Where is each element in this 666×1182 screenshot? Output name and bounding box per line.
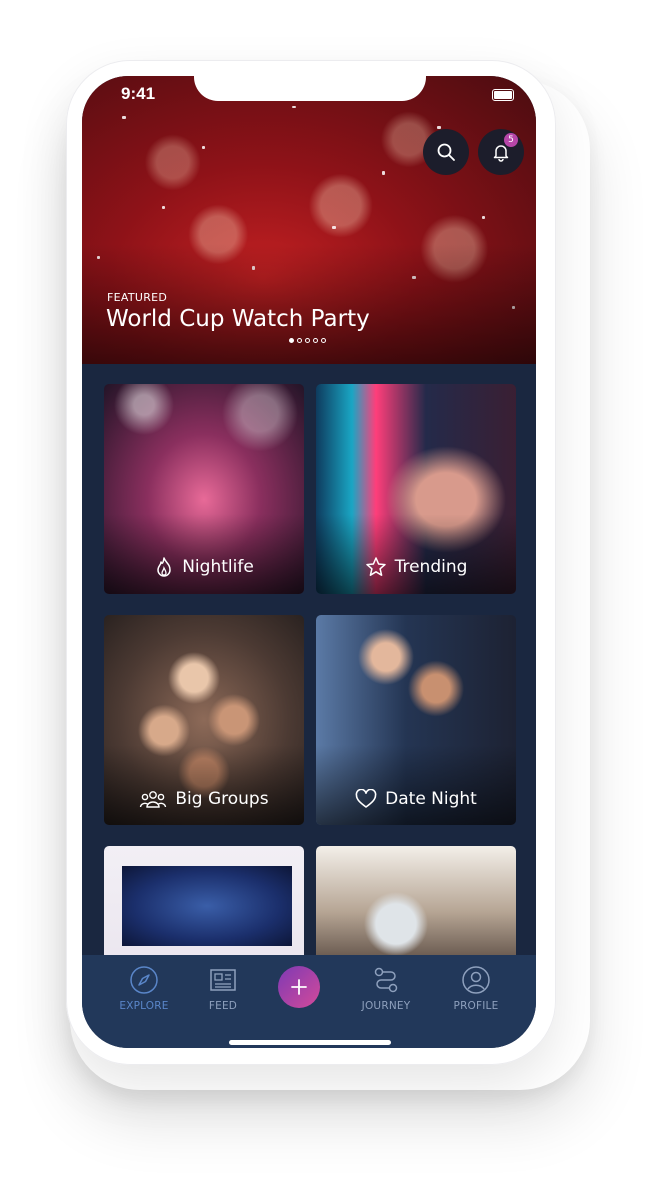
carousel-dot[interactable] xyxy=(297,338,302,343)
category-card-big-groups[interactable]: Big Groups xyxy=(104,615,304,825)
card-title: Nightlife xyxy=(182,557,254,577)
tab-explore[interactable]: EXPLORE xyxy=(109,965,179,1012)
star-icon xyxy=(365,557,386,576)
notifications-button[interactable]: 5 xyxy=(478,129,524,175)
card-label: Date Night xyxy=(316,789,516,809)
tab-label: FEED xyxy=(208,1000,238,1012)
card-title: Trending xyxy=(394,557,468,577)
tab-label: PROFILE xyxy=(453,1000,499,1012)
device-notch xyxy=(194,76,426,101)
card-label: Trending xyxy=(316,556,516,578)
status-time: 9:41 xyxy=(121,84,156,103)
tab-feed[interactable]: FEED xyxy=(188,965,258,1012)
search-icon xyxy=(437,143,455,161)
home-indicator xyxy=(229,1040,391,1045)
search-button[interactable] xyxy=(423,129,469,175)
carousel-pagination[interactable] xyxy=(289,338,326,343)
card-overlay xyxy=(316,745,516,825)
card-title: Date Night xyxy=(385,789,477,809)
category-card-nightlife[interactable]: Nightlife xyxy=(104,384,304,594)
group-icon xyxy=(140,791,167,808)
category-card-art[interactable] xyxy=(104,846,304,966)
category-card-trending[interactable]: Trending xyxy=(316,384,516,594)
carousel-dot[interactable] xyxy=(321,338,326,343)
card-overlay xyxy=(104,514,304,594)
user-icon xyxy=(462,966,490,994)
app-screen: FEATURED World Cup Watch Party 9:41 5 Ni… xyxy=(82,76,536,1048)
card-label: Nightlife xyxy=(104,556,304,578)
tab-label: EXPLORE xyxy=(119,1000,169,1012)
card-overlay xyxy=(316,514,516,594)
featured-label: FEATURED xyxy=(107,291,168,304)
featured-title: World Cup Watch Party xyxy=(106,306,370,332)
route-icon xyxy=(374,967,398,993)
card-title: Big Groups xyxy=(175,789,269,809)
card-image xyxy=(122,866,292,946)
plus-icon xyxy=(291,979,307,995)
card-label: Big Groups xyxy=(104,789,304,809)
newspaper-icon xyxy=(210,969,236,991)
hero-gradient-overlay xyxy=(82,244,536,364)
card-overlay xyxy=(104,745,304,825)
tab-journey[interactable]: JOURNEY xyxy=(351,965,421,1012)
heart-icon xyxy=(355,789,377,808)
carousel-dot[interactable] xyxy=(289,338,294,343)
category-card-date-night[interactable]: Date Night xyxy=(316,615,516,825)
tab-label: JOURNEY xyxy=(361,1000,411,1012)
battery-icon xyxy=(492,89,514,101)
create-button[interactable] xyxy=(278,966,320,1008)
category-card-dining[interactable] xyxy=(316,846,516,966)
flame-icon xyxy=(157,557,171,577)
featured-hero-banner[interactable]: FEATURED World Cup Watch Party xyxy=(82,76,536,364)
bottom-tab-bar: EXPLORE FEED JOURNEY PROFILE xyxy=(82,955,536,1048)
compass-icon xyxy=(130,966,158,994)
carousel-dot[interactable] xyxy=(305,338,310,343)
notification-badge: 5 xyxy=(504,133,518,147)
carousel-dot[interactable] xyxy=(313,338,318,343)
tab-profile[interactable]: PROFILE xyxy=(441,965,511,1012)
